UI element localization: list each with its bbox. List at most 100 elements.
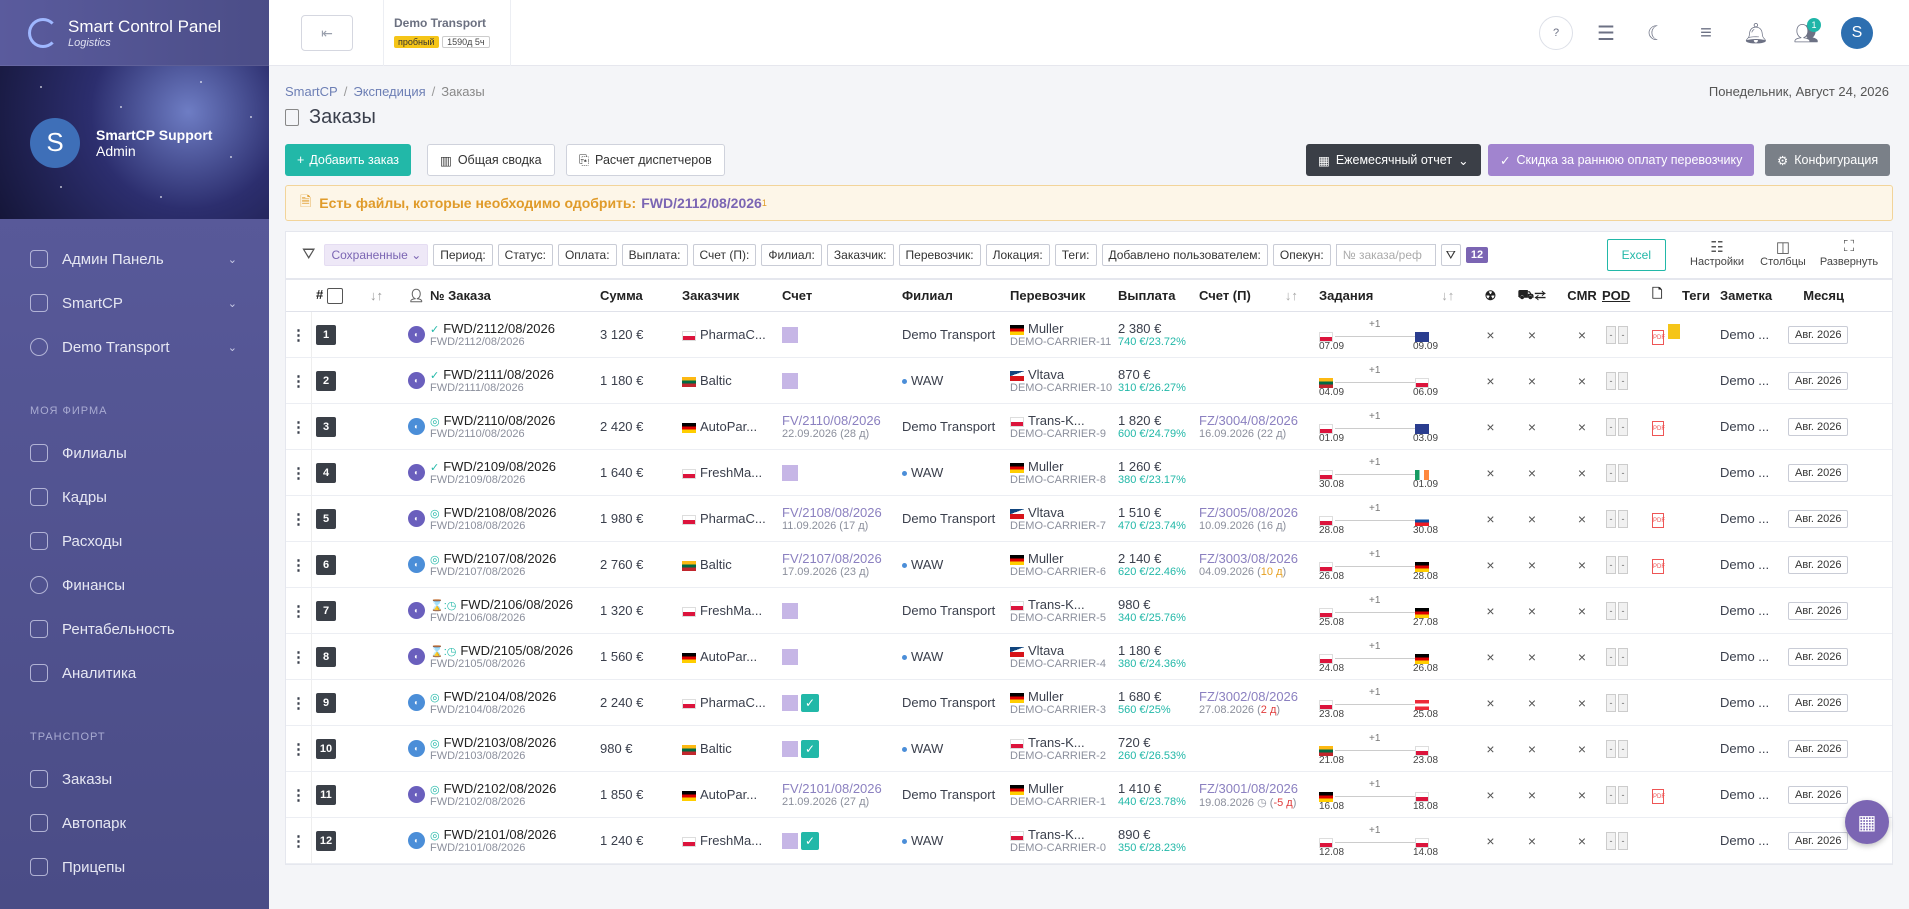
carrier-name[interactable]: Trans-K... xyxy=(1028,413,1085,428)
assignee-icon[interactable]: ◐ xyxy=(408,602,425,619)
sidebar-item-finance[interactable]: Финансы xyxy=(0,563,269,607)
filter-invoice-p[interactable]: Счет (П): xyxy=(692,244,757,266)
customer-name[interactable]: Baltic xyxy=(700,557,732,572)
route-task[interactable]: +1 26.08 28.08 xyxy=(1319,545,1438,585)
expand-tool[interactable]: ⛶ Развернуть xyxy=(1820,238,1878,268)
alert-order-link[interactable]: FWD/2112/08/2026 xyxy=(641,195,762,211)
close-icon[interactable]: × xyxy=(1479,833,1502,849)
add-order-button[interactable]: + Добавить заказ xyxy=(285,144,411,176)
close-icon[interactable]: × xyxy=(1479,419,1502,435)
sidebar-item-admin[interactable]: Админ Панель ⌄ xyxy=(0,237,269,281)
filter-period[interactable]: Период: xyxy=(433,244,493,266)
sidebar-item-staff[interactable]: Кадры xyxy=(0,475,269,519)
carrier-name[interactable]: Trans-K... xyxy=(1028,597,1085,612)
menu-icon[interactable]: ≡ xyxy=(1681,14,1731,52)
summary-button[interactable]: ▥ Общая сводка xyxy=(427,144,555,176)
pod-toggle[interactable]: -- xyxy=(1606,325,1628,344)
order-number-link[interactable]: FWD/2110/08/2026 xyxy=(444,413,556,428)
avatar[interactable]: S xyxy=(30,117,80,168)
carrier-name[interactable]: Trans-K... xyxy=(1028,827,1085,842)
route-task[interactable]: +1 12.08 14.08 xyxy=(1319,821,1438,861)
route-task[interactable]: +1 23.08 25.08 xyxy=(1319,683,1438,723)
order-note[interactable]: Demo ... xyxy=(1720,787,1788,802)
close-icon[interactable]: × xyxy=(1562,787,1602,803)
col-invoice-p[interactable]: Счет (П) ↓↑ xyxy=(1199,288,1319,303)
filter-added-by[interactable]: Добавлено пользователем: xyxy=(1101,244,1268,266)
col-note[interactable]: Заметка xyxy=(1720,288,1788,303)
month-selector[interactable]: Авг. 2026 xyxy=(1788,417,1848,436)
close-icon[interactable]: × xyxy=(1479,787,1502,803)
month-selector[interactable]: Авг. 2026 xyxy=(1788,509,1848,528)
bell-icon[interactable]: 🔔︎ xyxy=(1731,14,1781,52)
close-icon[interactable]: × xyxy=(1562,465,1602,481)
col-month[interactable]: Месяц xyxy=(1788,288,1848,303)
filter-payment[interactable]: Оплата: xyxy=(557,244,617,266)
assignee-icon[interactable]: ◐ xyxy=(408,786,425,803)
brand[interactable]: Smart Control Panel Logistics xyxy=(0,0,269,66)
pod-toggle[interactable]: -- xyxy=(1606,371,1628,390)
close-icon[interactable]: × xyxy=(1479,603,1502,619)
invoice-placeholder-icon[interactable] xyxy=(782,740,798,757)
pod-toggle[interactable]: -- xyxy=(1606,509,1628,528)
col-cmr[interactable]: CMR xyxy=(1562,288,1602,303)
customer-name[interactable]: FreshMa... xyxy=(700,833,762,848)
filter-tags[interactable]: Теги: xyxy=(1054,244,1097,266)
pdf-icon[interactable]: PDF xyxy=(1652,788,1665,804)
sidebar-item-smartcp[interactable]: SmartCP ⌄ xyxy=(0,281,269,325)
row-menu-button[interactable]: ⋮ xyxy=(286,726,312,771)
close-icon[interactable]: × xyxy=(1502,557,1562,573)
excel-export-button[interactable]: Excel xyxy=(1606,239,1666,271)
route-task[interactable]: +1 21.08 23.08 xyxy=(1319,729,1438,769)
month-selector[interactable]: Авг. 2026 xyxy=(1788,785,1848,804)
customer-name[interactable]: AutoPar... xyxy=(700,419,757,434)
apps-fab-button[interactable]: ▦ xyxy=(1845,800,1889,844)
close-icon[interactable]: × xyxy=(1479,695,1502,711)
row-menu-button[interactable]: ⋮ xyxy=(286,496,312,541)
customer-name[interactable]: PharmaC... xyxy=(700,327,766,342)
users-icon[interactable]: 👥︎ 1 xyxy=(1781,14,1831,52)
month-selector[interactable]: Авг. 2026 xyxy=(1788,647,1848,666)
close-icon[interactable]: × xyxy=(1479,557,1502,573)
pod-toggle[interactable]: -- xyxy=(1606,693,1628,712)
row-menu-button[interactable]: ⋮ xyxy=(286,680,312,725)
route-task[interactable]: +1 25.08 27.08 xyxy=(1319,591,1438,631)
table-row[interactable]: ⋮ 9 ◐ ◎ FWD/2104/08/2026 FWD/2104/08/2026 … xyxy=(286,680,1892,726)
pdf-icon[interactable]: PDF xyxy=(1652,558,1665,574)
invoice-placeholder-icon[interactable] xyxy=(782,832,798,849)
order-note[interactable]: Demo ... xyxy=(1720,557,1788,572)
order-number-link[interactable]: FWD/2104/08/2026 xyxy=(444,689,557,704)
route-task[interactable]: +1 24.08 26.08 xyxy=(1319,637,1438,677)
collapse-sidebar-button[interactable]: ⇤ xyxy=(301,15,353,51)
order-number-link[interactable]: FWD/2107/08/2026 xyxy=(444,551,557,566)
pod-toggle[interactable]: -- xyxy=(1606,647,1628,666)
order-note[interactable]: Demo ... xyxy=(1720,603,1788,618)
sidebar-item-trailers[interactable]: Прицепы xyxy=(0,845,269,889)
invoice-p-link[interactable]: FZ/3001/08/2026 xyxy=(1199,781,1298,796)
check-icon[interactable]: ✓ xyxy=(801,831,819,850)
row-menu-button[interactable]: ⋮ xyxy=(286,818,312,863)
invoice-p-link[interactable]: FZ/3003/08/2026 xyxy=(1199,551,1298,566)
row-menu-button[interactable]: ⋮ xyxy=(286,634,312,679)
close-icon[interactable]: × xyxy=(1479,649,1502,665)
invoice-placeholder-icon[interactable] xyxy=(782,326,798,343)
invoice-placeholder-icon[interactable] xyxy=(782,464,798,481)
carrier-name[interactable]: Muller xyxy=(1028,321,1063,336)
configuration-button[interactable]: ⚙ Конфигурация xyxy=(1765,144,1891,176)
route-task[interactable]: +1 30.08 01.09 xyxy=(1319,453,1438,493)
close-icon[interactable]: × xyxy=(1479,465,1502,481)
invoice-link[interactable]: FV/2101/08/2026 xyxy=(782,781,882,796)
close-icon[interactable]: × xyxy=(1502,419,1562,435)
invoice-p-link[interactable]: FZ/3004/08/2026 xyxy=(1199,413,1298,428)
close-icon[interactable]: × xyxy=(1562,649,1602,665)
row-menu-button[interactable]: ⋮ xyxy=(286,450,312,495)
saved-filters-dropdown[interactable]: Сохраненные ⌄ xyxy=(324,244,429,266)
assignee-icon[interactable]: ◐ xyxy=(408,464,425,481)
order-number-link[interactable]: FWD/2108/08/2026 xyxy=(444,505,557,520)
assignee-icon[interactable]: ◐ xyxy=(408,832,425,849)
invoice-link[interactable]: FV/2108/08/2026 xyxy=(782,505,882,520)
close-icon[interactable]: × xyxy=(1502,465,1562,481)
invoice-placeholder-icon[interactable] xyxy=(782,372,798,389)
pod-toggle[interactable]: -- xyxy=(1606,601,1628,620)
pod-toggle[interactable]: -- xyxy=(1606,785,1628,804)
breadcrumb-root[interactable]: SmartCP xyxy=(285,84,338,99)
